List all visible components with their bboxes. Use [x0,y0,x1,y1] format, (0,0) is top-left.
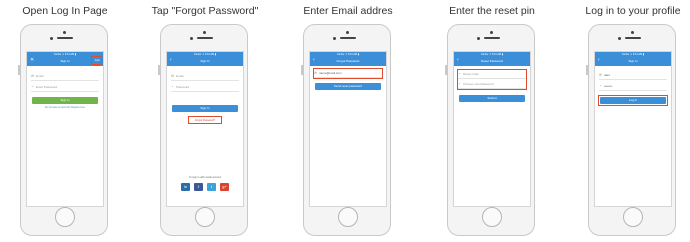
join-highlight [91,56,102,65]
step-enter-pin: Enter the reset pin Carrier ✦ 9:41 AM ▮ … [427,0,557,242]
password-field[interactable]: ◔ •••••••• [599,82,667,91]
nav-bar: Carrier ✦ 9:41 AM ▮ ‹ Sign In [595,52,671,66]
email-highlight [313,68,383,79]
status-bar: Carrier ✦ 9:41 AM ▮ [336,53,360,56]
nav-title: Sign In [628,59,638,63]
nav-bar: Carrier ✦ 9:41 AM ▮ ‹ Reset Password [454,52,530,66]
google-plus-icon[interactable]: g+ [220,183,229,191]
email-field[interactable]: ✉ user [599,71,667,80]
camera-dot [63,31,66,34]
volume-button [18,65,20,75]
phone-screen: Carrier ✦ 9:41 AM ▮ ‹ Forgot Password ✉ n… [309,51,387,207]
status-bar: Carrier ✦ 9:41 AM ▮ [621,53,645,56]
linkedin-icon[interactable]: in [181,183,190,191]
step-caption: Tap "Forgot Password" [151,5,259,17]
status-bar: Carrier ✦ 9:41 AM ▮ [193,53,217,56]
phone-mockup: Carrier ✦ 9:41 AM ▮ ‹ Sign In ✉ user ◔ •••… [586,24,676,236]
facebook-icon[interactable]: f [194,183,203,191]
phone-mockup: Carrier ✦ 9:41 AM ▮ ‹ Forgot Password ✉ n… [301,24,391,236]
phone-screen: Carrier ✦ 9:41 AM ▮ ‹ Sign In ✉ Email ◔ Pa… [166,51,244,207]
phone-screen: Carrier ✦ 9:41 AM ▮ ‹ Reset Password ◔ Re… [453,51,531,207]
earpiece [484,37,500,39]
sensor-dot [477,37,480,40]
volume-button [586,65,588,75]
phone-mockup: Carrier ✦ 9:41 AM ▮ ‹ Sign In ✉ Email ◔ Pa… [158,24,248,236]
nav-title: Reset Password [481,59,503,63]
home-button [623,207,643,227]
step-caption: Open Log In Page [22,5,108,17]
phone-mockup: Carrier ✦ 9:41 AM ▮ ‹ Reset Password ◔ Re… [445,24,535,236]
status-bar: Carrier ✦ 9:41 AM ▮ [480,53,504,56]
earpiece [197,37,213,39]
register-link[interactable]: Do not have an account? Register here [31,107,99,109]
email-value: user [604,73,610,77]
phone-screen: Carrier ✦ 9:41 AM ▮ ‹ Sign In ✉ user ◔ •••… [594,51,672,207]
step-open-login: Open Log In Page Carrier ✦ 9:41 AM ▮ ✕ S… [0,0,130,242]
earpiece [57,37,73,39]
login-highlight [598,95,668,106]
password-field[interactable]: ◔ Password [171,83,239,92]
forgot-highlight [188,116,222,124]
email-field[interactable]: ✉ Email [31,72,99,81]
twitter-icon[interactable]: t [207,183,216,191]
volume-button [301,65,303,75]
camera-dot [490,31,493,34]
nav-title: Sign In [200,59,210,63]
step-enter-email: Enter Email addres Carrier ✦ 9:41 AM ▮ ‹… [283,0,413,242]
sign-in-button[interactable]: Sign In [172,105,238,112]
sensor-dot [618,37,621,40]
sensor-dot [190,37,193,40]
send-reset-button[interactable]: Send reset password [315,83,381,90]
camera-dot [346,31,349,34]
home-button [195,207,215,227]
step-caption: Enter the reset pin [449,5,535,17]
nav-bar: Carrier ✦ 9:41 AM ▮ ‹ Sign In [167,52,243,66]
volume-button [445,65,447,75]
social-prompt: Or sign in with social account [188,176,222,179]
submit-button[interactable]: Submit [459,95,525,102]
sensor-dot [50,37,53,40]
step-forgot-password: Tap "Forgot Password" Carrier ✦ 9:41 AM … [140,0,270,242]
password-placeholder: Enter Password [36,85,58,89]
home-button [482,207,502,227]
volume-button [158,65,160,75]
password-placeholder: Password [176,85,190,89]
camera-dot [631,31,634,34]
home-button [55,207,75,227]
step-caption: Enter Email addres [303,5,393,17]
password-field[interactable]: ◔ Enter Password [31,83,99,92]
phone-mockup: Carrier ✦ 9:41 AM ▮ ✕ Sign In Join ✉ Emai… [18,24,108,236]
email-field[interactable]: ✉ Email [171,72,239,81]
phone-screen: Carrier ✦ 9:41 AM ▮ ✕ Sign In Join ✉ Emai… [26,51,104,207]
step-caption: Log in to your profile [585,5,681,17]
earpiece [340,37,356,39]
nav-bar: Carrier ✦ 9:41 AM ▮ ‹ Forgot Password [310,52,386,66]
home-button [338,207,358,227]
email-placeholder: Email [36,74,44,78]
camera-dot [203,31,206,34]
earpiece [625,37,641,39]
step-login-profile: Log in to your profile Carrier ✦ 9:41 AM… [568,0,690,242]
pin-highlight [457,69,527,90]
nav-title: Forgot Password [336,59,360,63]
sign-in-button[interactable]: Sign In [32,97,98,104]
email-placeholder: Email [176,74,184,78]
password-value: •••••••• [604,84,613,88]
sensor-dot [333,37,336,40]
